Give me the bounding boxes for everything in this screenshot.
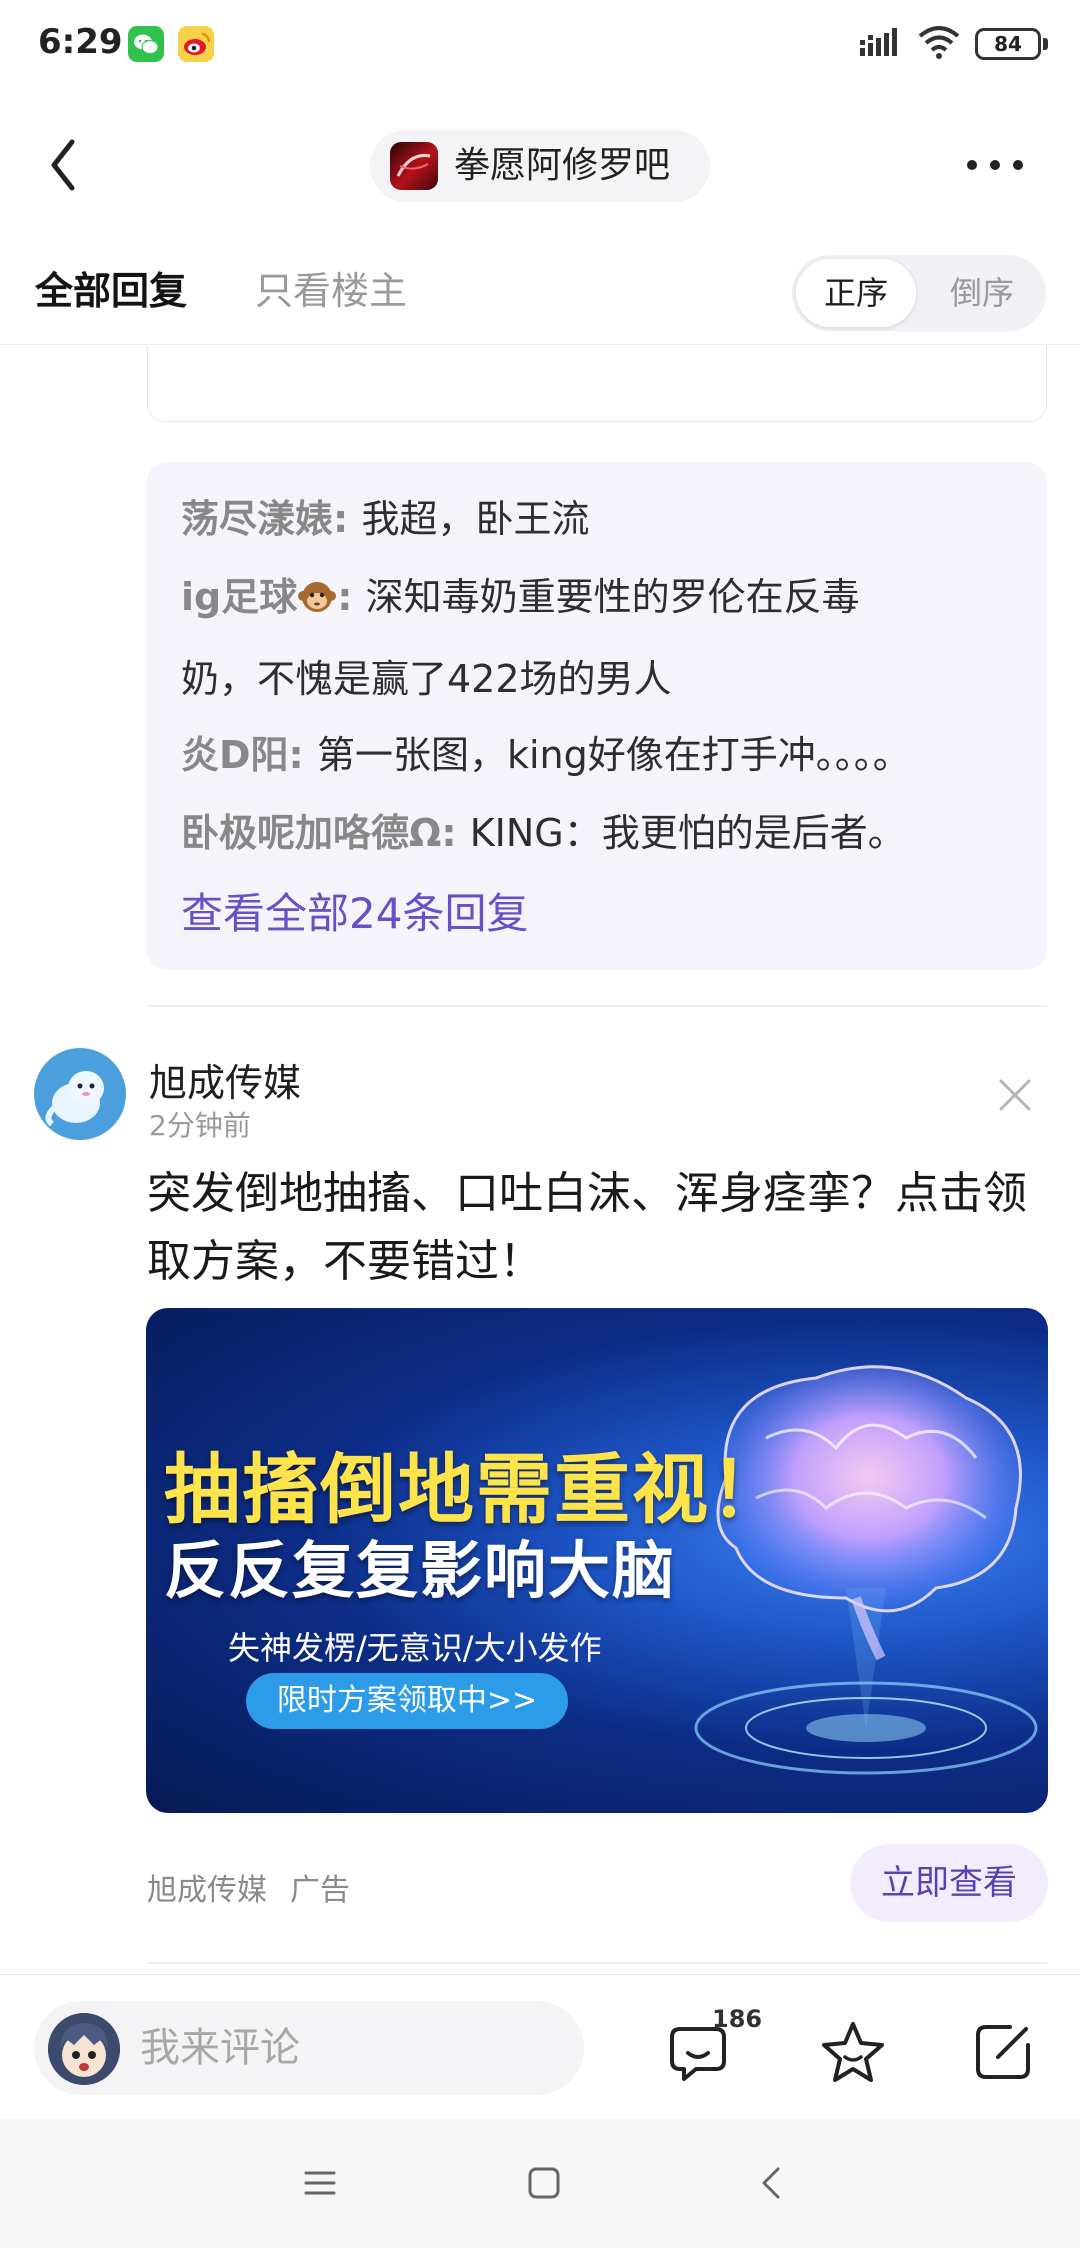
reply-count: 186 [712,2005,763,2033]
forum-pill[interactable]: 拳愿阿修罗吧 [370,130,710,202]
reply-author[interactable]: ig足球 [181,575,297,619]
replies-box[interactable]: 荡尽漾婊: 我超，卧王流 ig足球: 深知毒奶重要性的罗伦在反毒 奶，不愧是赢了… [147,462,1047,970]
status-bar: 6:29 84 [0,0,1080,90]
ad-source: 旭成传媒 [147,1873,267,1908]
ad-avatar[interactable] [34,1048,126,1140]
reply-separator: : [337,575,366,619]
comment-placeholder: 我来评论 [140,2025,300,2071]
ad-label: 广告 [290,1873,350,1908]
comment-bar: 我来评论 186 [0,1974,1080,2119]
reply-item[interactable]: ig足球: 深知毒奶重要性的罗伦在反毒 [181,566,860,621]
banner-cta-button[interactable]: 限时方案领取中>> [246,1673,568,1729]
view-now-button[interactable]: 立即查看 [850,1844,1048,1922]
forum-logo [390,142,438,190]
banner-subhead: 反反复复影响大脑 [164,1534,677,1607]
reply-author[interactable]: 荡尽漾婊 [181,497,333,541]
tab-all-replies[interactable]: 全部回复 [35,260,187,315]
close-icon[interactable] [995,1075,1035,1115]
battery-level: 84 [994,32,1022,56]
reply-separator: : [333,497,362,541]
sort-desc-button[interactable]: 倒序 [922,259,1042,327]
sort-asc-button[interactable]: 正序 [796,259,916,327]
reply-text: 深知毒奶重要性的罗伦在反毒 [365,575,860,619]
status-time: 6:29 [38,22,123,62]
wifi-icon [918,26,960,59]
user-avatar[interactable] [48,2013,120,2085]
nav-bar: 拳愿阿修罗吧 [0,110,1080,220]
reply-text: KING：我更怕的是后者。 [469,811,906,855]
reply-item[interactable]: 卧极呢加咯德Ω: KING：我更怕的是后者。 [181,802,906,857]
previous-card [147,346,1047,422]
system-nav-bar [0,2119,1080,2248]
wechat-icon [128,26,164,62]
brain-graphic [694,1365,1038,1775]
reply-text: 我超，卧王流 [361,497,590,541]
reply-item[interactable]: 荡尽漾婊: 我超，卧王流 [181,488,589,543]
divider [147,1005,1047,1007]
reply-separator: : [441,811,470,855]
tabs-bar: 全部回复 只看楼主 正序 倒序 [0,245,1080,345]
weibo-icon [178,26,214,62]
edit-icon[interactable] [970,2019,1036,2085]
ad-title[interactable]: 突发倒地抽搐、口吐白沫、浑身痉挛？点击领取方案，不要错过！ [147,1160,1047,1296]
monkey-emoji-icon [297,576,337,616]
back-icon[interactable] [40,130,100,200]
battery-icon: 84 [975,28,1041,60]
comment-input[interactable]: 我来评论 [34,2001,584,2095]
sort-toggle: 正序 倒序 [792,255,1046,331]
reply-item[interactable]: 炎D阳: 第一张图，king好像在打手冲。。。。 [181,724,911,779]
menu-icon[interactable] [300,2163,340,2203]
ad-time: 2分钟前 [149,1109,251,1142]
star-icon[interactable] [818,2019,888,2085]
view-all-replies-link[interactable]: 查看全部24条回复 [181,880,528,941]
reply-separator: : [288,733,317,777]
banner-symptoms: 失神发楞/无意识/大小发作 [228,1629,602,1667]
more-icon[interactable] [960,140,1030,190]
divider [147,1962,1047,1964]
reply-text-continued: 奶，不愧是赢了422场的男人 [181,657,672,701]
home-icon[interactable] [524,2163,564,2203]
reply-author[interactable]: 炎D阳 [181,733,289,777]
reply-text: 第一张图，king好像在打手冲。。。。 [316,733,911,777]
forum-name: 拳愿阿修罗吧 [454,145,671,186]
signal-icon [860,28,897,56]
reply-continuation: 奶，不愧是赢了422场的男人 [181,648,672,703]
battery-cap [1043,38,1048,50]
ad-banner-image[interactable]: 抽搐倒地需重视！ 反反复复影响大脑 失神发楞/无意识/大小发作 限时方案领取中>… [146,1308,1048,1813]
ad-author[interactable]: 旭成传媒 [149,1052,301,1107]
reply-author[interactable]: 卧极呢加咯德Ω [181,811,441,855]
system-back-icon[interactable] [752,2163,792,2203]
tab-only-op[interactable]: 只看楼主 [255,260,407,315]
